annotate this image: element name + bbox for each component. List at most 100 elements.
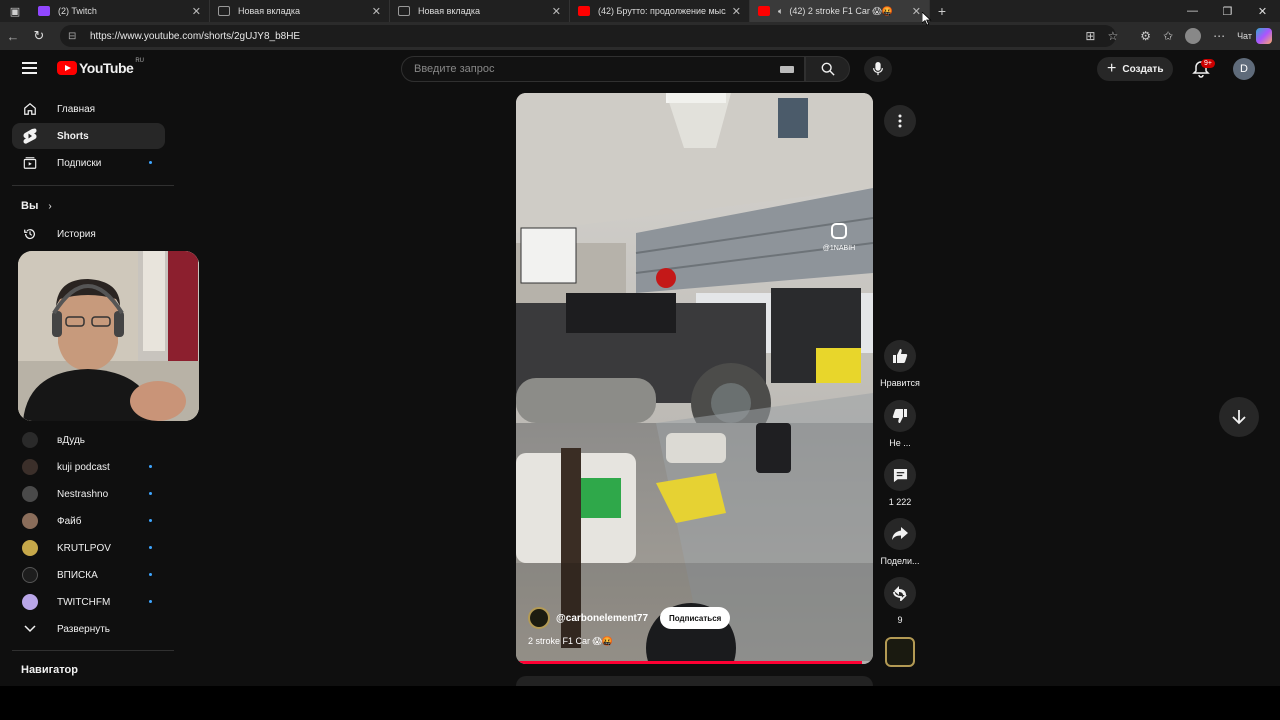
subscriptions-icon: [22, 155, 38, 171]
chat-button[interactable]: Чат: [1237, 28, 1272, 44]
reload-icon[interactable]: ↻: [26, 28, 52, 44]
sidebar-item-subscriptions[interactable]: Подписки: [12, 150, 165, 176]
sidebar-item-label: TWITCHFM: [57, 596, 111, 608]
back-icon[interactable]: ←: [0, 29, 26, 44]
close-window-icon[interactable]: ✕: [1245, 0, 1280, 22]
extensions-icon[interactable]: ⚙: [1140, 29, 1151, 43]
new-content-dot: [149, 519, 152, 522]
share-icon: [884, 518, 916, 550]
comments-count: 1 222: [888, 497, 912, 507]
site-info-icon[interactable]: ⊟: [68, 31, 80, 42]
arrow-down-icon: [1232, 410, 1246, 425]
new-content-dot: [149, 492, 152, 495]
youtube-play-icon: [57, 61, 77, 75]
sidebar-item-shorts[interactable]: Shorts: [12, 123, 165, 149]
new-tab-icon[interactable]: +: [930, 3, 954, 19]
instagram-watermark: @1NABIH: [814, 223, 864, 252]
browser-tab-f1-car[interactable]: 🔈︎ (42) 2 stroke F1 Car 😱🤬 ✕: [750, 0, 930, 22]
search-button[interactable]: [805, 56, 850, 82]
search-input[interactable]: Введите запрос: [401, 56, 805, 82]
sidebar-item-home[interactable]: Главная: [12, 96, 165, 122]
dislike-label: Не ...: [889, 438, 911, 448]
plus-icon: +: [1107, 60, 1117, 77]
browser-tab-new-1[interactable]: Новая вкладка ✕: [210, 0, 390, 22]
next-short-button[interactable]: [1219, 397, 1259, 437]
close-tab-icon[interactable]: ✕: [372, 5, 381, 18]
restore-icon[interactable]: ❐: [1210, 0, 1245, 22]
subscribe-button[interactable]: Подписаться: [660, 607, 731, 629]
sidebar-item-label: вДудь: [57, 434, 86, 446]
browser-tab-twitch[interactable]: (2) Twitch ✕: [30, 0, 210, 22]
close-tab-icon[interactable]: ✕: [732, 5, 741, 18]
channel-name-link[interactable]: @carbonelement77: [556, 613, 648, 624]
sidebar-item-label: Развернуть: [57, 623, 111, 635]
page-favicon-icon: [218, 6, 230, 16]
progress-fill: [516, 661, 863, 664]
like-button[interactable]: Нравится: [874, 340, 926, 388]
browser-tab-new-2[interactable]: Новая вкладка ✕: [390, 0, 570, 22]
mouse-cursor-icon: [922, 12, 932, 26]
sidebar-item-channel[interactable]: KRUTLPOV: [12, 535, 165, 561]
menu-icon[interactable]: [22, 62, 37, 77]
thumbs-up-icon: [884, 340, 916, 372]
chevron-down-icon: [22, 621, 38, 637]
new-content-dot: [149, 465, 152, 468]
more-options-icon[interactable]: ⋯: [1213, 29, 1225, 43]
sidebar-item-channel[interactable]: TWITCHFM: [12, 589, 165, 615]
speaker-icon[interactable]: 🔈︎: [778, 6, 783, 17]
masthead: YouTube RU Введите запрос + Создать 9+ D: [0, 50, 1280, 88]
favorite-star-icon[interactable]: ☆: [1107, 29, 1118, 43]
avatar-letter: D: [1240, 63, 1248, 75]
sidebar-divider: [12, 185, 174, 186]
channel-thumbnail[interactable]: [885, 637, 915, 667]
favorites-icon[interactable]: ✩: [1163, 29, 1173, 43]
url-field[interactable]: ⊟ https://www.youtube.com/shorts/2gUJY8_…: [60, 25, 1116, 47]
keyboard-icon[interactable]: [780, 66, 794, 73]
sidebar-item-channel[interactable]: kuji podcast: [12, 454, 165, 480]
sidebar-expand-button[interactable]: Развернуть: [12, 616, 165, 642]
home-icon: [22, 101, 38, 117]
tab-title: Новая вкладка: [418, 6, 481, 16]
more-actions-button[interactable]: [884, 105, 916, 137]
shorts-video-player[interactable]: @1NABIH @carbonelement77 Подписаться 2 s…: [516, 93, 873, 664]
twitch-favicon-icon: [38, 6, 50, 16]
comments-button[interactable]: 1 222: [874, 459, 926, 507]
channel-avatar[interactable]: [528, 607, 550, 629]
youtube-favicon-icon: [578, 6, 590, 16]
sidebar-item-history[interactable]: История: [12, 221, 165, 247]
video-title[interactable]: 2 stroke F1 Car 😱🤬: [528, 636, 613, 647]
sidebar-item-channel[interactable]: вДудь: [12, 427, 165, 453]
dislike-button[interactable]: Не ...: [874, 400, 926, 448]
sidebar-item-channel[interactable]: Nestrashno: [12, 481, 165, 507]
tab-actions-icon[interactable]: ▣: [0, 0, 30, 22]
create-button[interactable]: + Создать: [1097, 57, 1174, 81]
close-tab-icon[interactable]: ✕: [192, 5, 201, 18]
sidebar-you-header[interactable]: Вы ›: [21, 200, 52, 212]
create-label: Создать: [1122, 63, 1164, 75]
remix-icon: [884, 577, 916, 609]
tab-title: (2) Twitch: [58, 6, 97, 16]
sidebar-divider: [12, 650, 174, 651]
channel-row: @carbonelement77 Подписаться: [528, 607, 731, 629]
minimize-icon[interactable]: —: [1175, 0, 1210, 22]
youtube-favicon-icon: [758, 6, 770, 16]
youtube-logo[interactable]: YouTube RU: [57, 58, 144, 76]
notifications-badge: 9+: [1201, 59, 1215, 68]
close-tab-icon[interactable]: ✕: [552, 5, 561, 18]
share-button[interactable]: Подели...: [874, 518, 926, 566]
sidebar-item-channel[interactable]: Файб: [12, 508, 165, 534]
sidebar-item-label: Nestrashno: [57, 488, 109, 500]
browser-tab-brutto[interactable]: (42) Брутто: продолжение мысли ✕: [570, 0, 750, 22]
voice-search-button[interactable]: [864, 56, 892, 82]
remix-button[interactable]: 9: [874, 577, 926, 625]
close-tab-icon[interactable]: ✕: [912, 5, 921, 18]
sidebar-item-channel[interactable]: ВПИСКА: [12, 562, 165, 588]
progress-bar[interactable]: [516, 661, 873, 664]
profile-icon[interactable]: [1185, 28, 1202, 44]
navigator-label: Навигатор: [21, 664, 78, 676]
history-icon: [22, 226, 38, 242]
app-available-icon[interactable]: ⊞: [1085, 29, 1095, 43]
account-avatar[interactable]: D: [1233, 58, 1255, 80]
sidebar-item-label: KRUTLPOV: [57, 542, 111, 554]
chevron-right-icon: ›: [48, 200, 52, 212]
